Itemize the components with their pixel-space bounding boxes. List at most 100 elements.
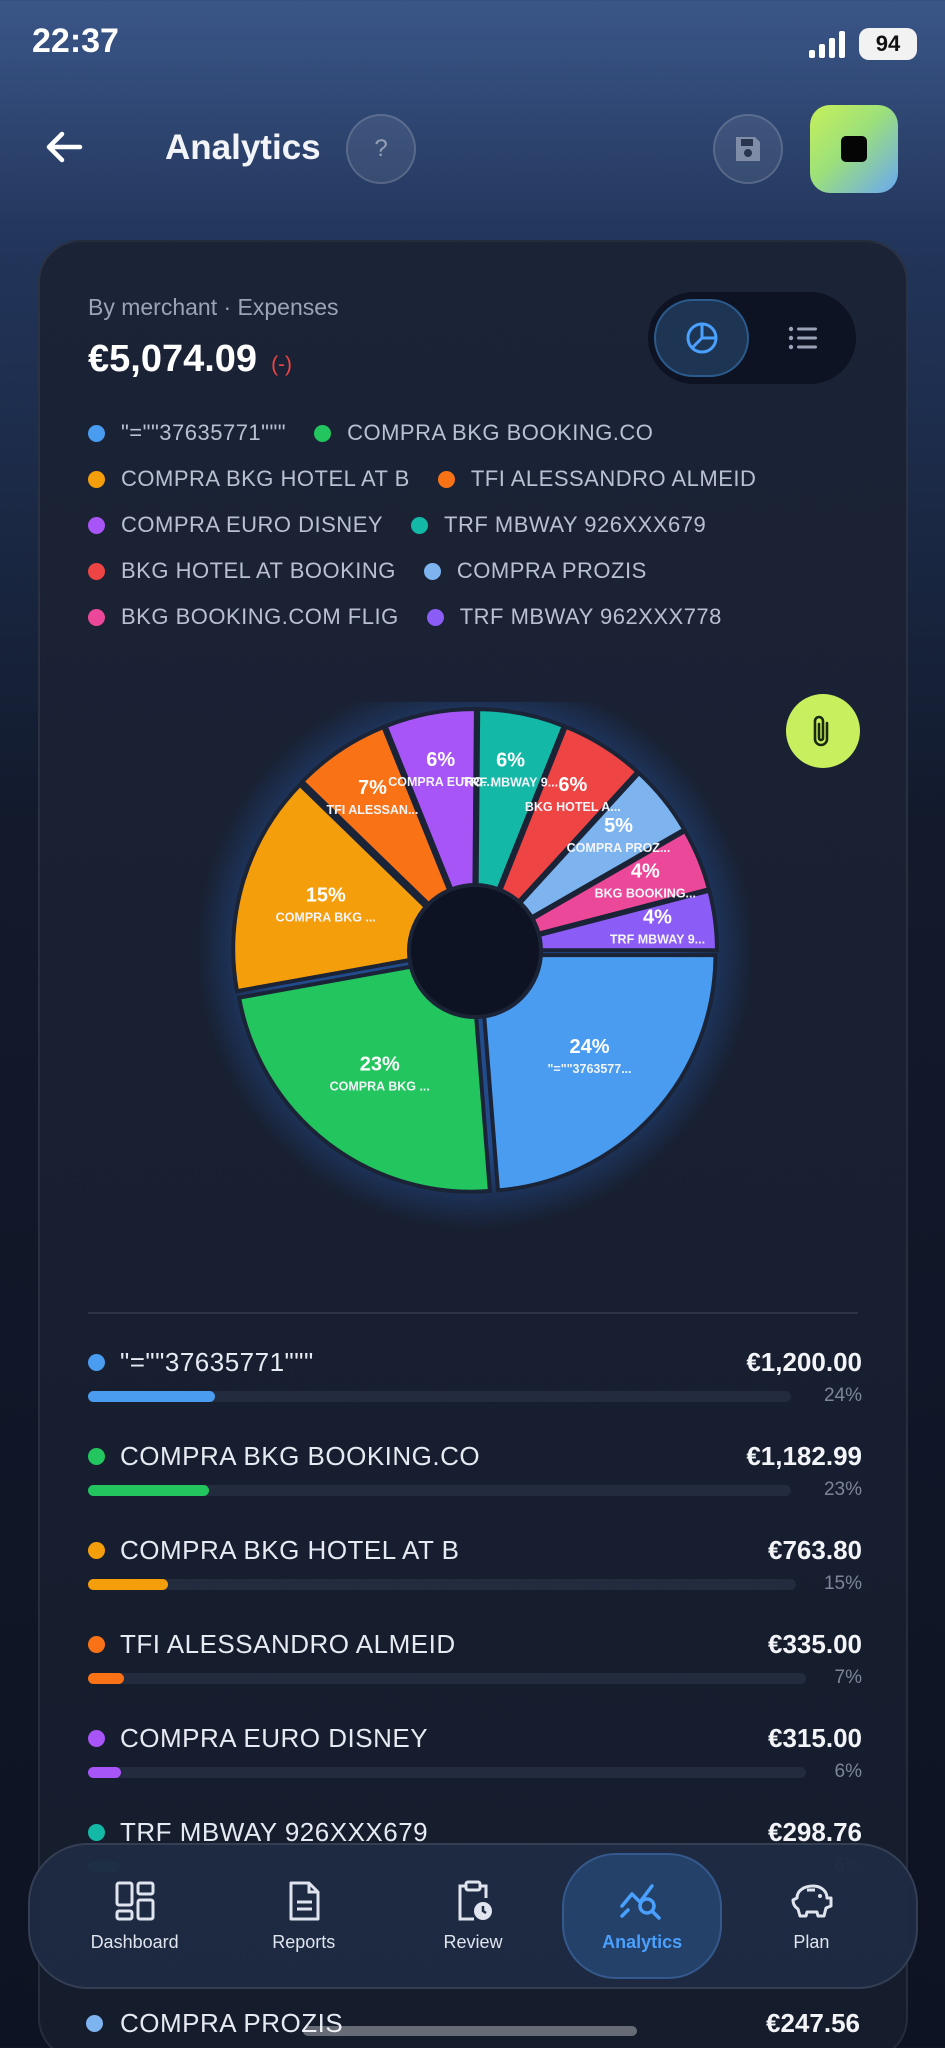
list-item-name: COMPRA BKG BOOKING.CO xyxy=(120,1441,481,1471)
legend-label: BKG HOTEL AT BOOKING xyxy=(121,558,396,583)
nav-review[interactable]: Review xyxy=(393,1853,553,1979)
list-icon xyxy=(788,326,817,350)
legend-item[interactable]: BKG BOOKING.COM FLIG xyxy=(88,604,399,630)
legend-row: COMPRA EURO DISNEY TRF MBWAY 926XXX679 xyxy=(88,502,888,548)
list-item-name: TFI ALESSANDRO ALMEID xyxy=(120,1629,456,1659)
nav-plan[interactable]: Plan xyxy=(731,1853,891,1979)
slice-percent-label: 15% xyxy=(306,884,346,906)
legend-row: COMPRA BKG HOTEL AT B TFI ALESSANDRO ALM… xyxy=(88,456,888,502)
legend-dot xyxy=(437,470,455,488)
list-item[interactable]: COMPRA BKG BOOKING.CO €1,182.99 23% xyxy=(88,1441,862,1535)
slice-name-label: BKG BOOKING... xyxy=(595,886,696,900)
legend-item[interactable]: COMPRA BKG BOOKING.CO xyxy=(314,420,653,446)
pie-chart-icon xyxy=(686,322,717,354)
profile-button[interactable] xyxy=(810,105,898,193)
legend-item[interactable]: TRF MBWAY 962XXX778 xyxy=(426,604,722,630)
list-item-amount: €1,200.00 xyxy=(746,1347,862,1377)
list-item[interactable]: TFI ALESSANDRO ALMEID €335.00 7% xyxy=(88,1629,862,1723)
document-icon xyxy=(289,1881,320,1920)
legend-item[interactable]: TFI ALESSANDRO ALMEID xyxy=(437,466,757,492)
list-item-dot xyxy=(88,1542,105,1559)
list-item-amount: €247.56 xyxy=(766,2008,860,2038)
legend-row: BKG BOOKING.COM FLIG TRF MBWAY 962XXX778 xyxy=(88,594,888,640)
legend-dot xyxy=(426,608,444,626)
progress-track xyxy=(88,1579,796,1590)
help-label: ? xyxy=(374,135,388,162)
legend-label: TRF MBWAY 926XXX679 xyxy=(444,512,707,537)
merchant-list: "=""37635771""" €1,200.00 24% COMPRA BKG… xyxy=(88,1347,862,1911)
legend-dot xyxy=(314,424,332,442)
list-item-percent: 23% xyxy=(823,1479,862,1500)
legend-item[interactable]: "=""37635771""" xyxy=(88,420,286,446)
list-item[interactable]: "=""37635771""" €1,200.00 24% xyxy=(88,1347,862,1441)
total-amount-group: €5,074.09 (-) xyxy=(88,338,292,381)
legend-dot xyxy=(88,608,105,626)
nav-reports[interactable]: Reports xyxy=(224,1853,384,1979)
progress-fill xyxy=(88,1767,122,1778)
slice-name-label: COMPRA BKG ... xyxy=(276,910,376,924)
list-item[interactable]: COMPRA EURO DISNEY €315.00 6% xyxy=(88,1723,862,1817)
list-item-percent: 15% xyxy=(823,1573,862,1594)
list-view-button[interactable] xyxy=(755,299,850,377)
progress-fill xyxy=(88,1673,124,1684)
arrow-left-icon xyxy=(46,131,83,163)
divider xyxy=(88,1312,858,1314)
paperclip-icon xyxy=(813,715,829,747)
save-button[interactable] xyxy=(713,114,783,184)
list-item[interactable]: COMPRA BKG HOTEL AT B €763.80 15% xyxy=(88,1535,862,1629)
nav-dashboard[interactable]: Dashboard xyxy=(55,1853,215,1979)
list-item-dot xyxy=(88,1354,105,1371)
pie-view-button[interactable] xyxy=(654,299,750,377)
analytics-card: By merchant · Expenses €5,074.09 (-) "="… xyxy=(38,240,908,2048)
legend-item[interactable]: COMPRA PROZIS xyxy=(423,558,647,584)
legend-item[interactable]: COMPRA EURO DISNEY xyxy=(88,512,383,538)
progress-track xyxy=(88,1391,791,1402)
piggy-bank-icon xyxy=(791,1884,833,1917)
progress-fill xyxy=(88,1579,168,1590)
list-item-dot xyxy=(88,1824,105,1841)
legend-item[interactable]: TRF MBWAY 926XXX679 xyxy=(411,512,706,538)
legend-item[interactable]: BKG HOTEL AT BOOKING xyxy=(88,558,396,584)
slice-name-label: COMPRA BKG ... xyxy=(330,1080,430,1094)
bottom-nav: Dashboard Reports Review Analytics Plan xyxy=(28,1843,918,1989)
legend-label: "=""37635771""" xyxy=(121,420,287,445)
donut-chart-svg: 24% "=""3763577... 23% COMPRA BKG ... 15% COM… xyxy=(197,702,753,1229)
battery-indicator: 94 xyxy=(859,28,917,60)
slice-percent-label: 4% xyxy=(631,860,660,882)
nav-label: Analytics xyxy=(602,1931,683,1952)
donut-chart: 24% "=""3763577... 23% COMPRA BKG ... 15% COM… xyxy=(40,702,906,1302)
attach-button[interactable] xyxy=(786,694,860,768)
clipboard-clock-icon xyxy=(458,1880,492,1920)
legend-dot xyxy=(411,516,429,534)
list-item-amount: €315.00 xyxy=(768,1723,862,1753)
legend-dot xyxy=(423,562,441,580)
slice-percent-label: 6% xyxy=(426,749,455,771)
list-item-percent: 24% xyxy=(823,1385,862,1406)
legend-item[interactable]: COMPRA BKG HOTEL AT B xyxy=(88,466,410,492)
nav-label: Review xyxy=(443,1931,503,1952)
slice-percent-label: 4% xyxy=(643,907,672,929)
list-item-dot xyxy=(88,1636,105,1653)
list-item-amount: €763.80 xyxy=(768,1535,862,1565)
help-button[interactable]: ? xyxy=(346,114,416,184)
home-indicator xyxy=(303,2026,637,2036)
list-item-amount: €1,182.99 xyxy=(746,1441,862,1471)
legend-label: TRF MBWAY 962XXX778 xyxy=(459,604,722,629)
legend-dot xyxy=(88,516,105,534)
slice-name-label: BKG HOTEL A... xyxy=(525,800,621,814)
list-item-name: COMPRA EURO DISNEY xyxy=(120,1723,429,1753)
delta-indicator: (-) xyxy=(271,353,293,376)
chart-legend: "=""37635771""" COMPRA BKG BOOKING.CO CO… xyxy=(88,410,888,640)
slice-name-label: TFI ALESSAN... xyxy=(326,803,418,817)
legend-label: BKG BOOKING.COM FLIG xyxy=(121,604,399,629)
slice-percent-label: 24% xyxy=(570,1036,610,1058)
list-item-name: "=""37635771""" xyxy=(120,1347,314,1377)
nav-analytics[interactable]: Analytics xyxy=(562,1853,723,1979)
list-item-percent: 6% xyxy=(834,1761,862,1782)
list-item-dot xyxy=(86,2015,103,2032)
signal-icon xyxy=(809,30,845,58)
back-button[interactable] xyxy=(40,122,90,172)
stop-icon xyxy=(841,136,867,162)
status-time: 22:37 xyxy=(32,22,119,60)
slice-percent-label: 23% xyxy=(360,1054,400,1076)
